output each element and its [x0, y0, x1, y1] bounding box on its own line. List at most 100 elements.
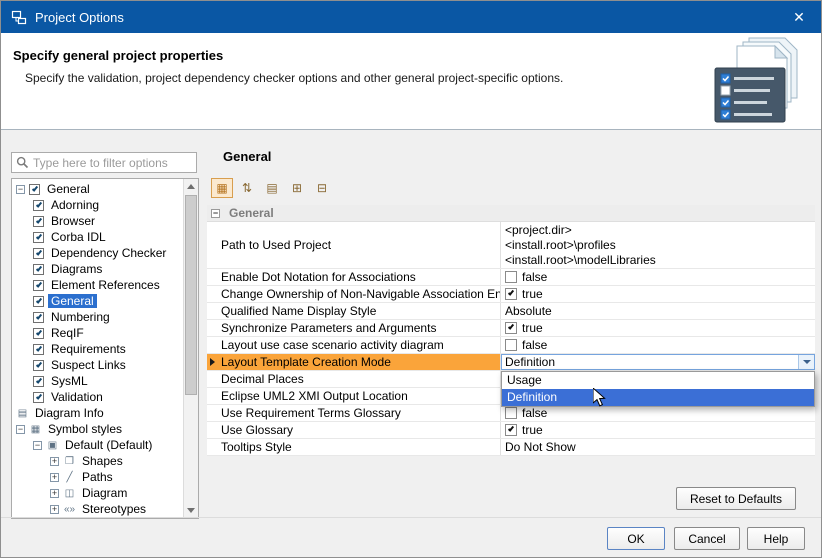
dropdown-item-definition[interactable]: Definition: [502, 389, 814, 406]
tree-item-shapes[interactable]: +❐Shapes: [12, 453, 183, 469]
scroll-down-icon[interactable]: [184, 503, 198, 518]
tree-item-symbol-styles[interactable]: −▦Symbol styles: [12, 421, 183, 437]
tree-item-label[interactable]: General: [44, 182, 93, 196]
tree-item-label[interactable]: Paths: [79, 470, 116, 484]
tree-item-label[interactable]: Requirements: [48, 342, 129, 356]
tree-checkbox[interactable]: [33, 312, 44, 323]
tree-item-numbering[interactable]: Numbering: [12, 309, 183, 325]
tree-item-stereotypes[interactable]: +«»Stereotypes: [12, 501, 183, 517]
property-value[interactable]: false: [501, 337, 815, 353]
tree-item-dependency-checker[interactable]: Dependency Checker: [12, 245, 183, 261]
tree-item-label[interactable]: Shapes: [79, 454, 126, 468]
tree-item-label[interactable]: Symbol styles: [45, 422, 125, 436]
reset-to-defaults-button[interactable]: Reset to Defaults: [676, 487, 796, 510]
tree-item-element-references[interactable]: Element References: [12, 277, 183, 293]
tree-item-sysml[interactable]: SysML: [12, 373, 183, 389]
tree-item-corba-idl[interactable]: Corba IDL: [12, 229, 183, 245]
collapse-all-button[interactable]: ⊟: [311, 178, 333, 198]
tree-checkbox[interactable]: [33, 344, 44, 355]
tree-item-label[interactable]: Validation: [48, 390, 106, 404]
property-row-path-to-used-project[interactable]: Path to Used Project<project.dir><instal…: [207, 222, 815, 269]
tree-item-label[interactable]: Stereotypes: [79, 502, 149, 516]
property-row-layout-template-creation-mode[interactable]: Layout Template Creation ModeDefinition: [207, 354, 815, 371]
tree-item-default-default[interactable]: −▣Default (Default): [12, 437, 183, 453]
tree-item-suspect-links[interactable]: Suspect Links: [12, 357, 183, 373]
tree-item-validation[interactable]: Validation: [12, 389, 183, 405]
tree-item-label[interactable]: Numbering: [48, 310, 113, 324]
collapse-group-icon[interactable]: −: [211, 209, 220, 218]
value-checkbox[interactable]: [505, 271, 517, 283]
tree-checkbox[interactable]: [33, 200, 44, 211]
scroll-up-icon[interactable]: [184, 179, 198, 194]
property-row-change-ownership-of-non-navigable-association-end[interactable]: Change Ownership of Non-Navigable Associ…: [207, 286, 815, 303]
plus-expander-icon[interactable]: +: [50, 505, 59, 514]
property-value[interactable]: false: [501, 269, 815, 285]
minus-expander-icon[interactable]: −: [16, 185, 25, 194]
tree-scrollbar[interactable]: [183, 179, 198, 518]
tree-item-label[interactable]: Dependency Checker: [48, 246, 169, 260]
plus-expander-icon[interactable]: +: [50, 473, 59, 482]
tree-item-label[interactable]: Diagrams: [48, 262, 105, 276]
tree-item-general[interactable]: General: [12, 293, 183, 309]
tree-checkbox[interactable]: [33, 248, 44, 259]
categorized-view-button[interactable]: ▦: [211, 178, 233, 198]
tree-checkbox[interactable]: [33, 232, 44, 243]
tree-item-label[interactable]: Suspect Links: [48, 358, 129, 372]
tree-item-label[interactable]: Default (Default): [62, 438, 155, 452]
tree-item-label[interactable]: General: [48, 294, 97, 308]
property-row-tooltips-style[interactable]: Tooltips StyleDo Not Show: [207, 439, 815, 456]
close-button[interactable]: ✕: [777, 1, 821, 33]
tree-checkbox[interactable]: [33, 328, 44, 339]
property-value[interactable]: true: [501, 286, 815, 302]
tree-item-browser[interactable]: Browser: [12, 213, 183, 229]
tree-item-general[interactable]: − General: [12, 181, 183, 197]
expand-all-button[interactable]: ⊞: [286, 178, 308, 198]
property-row-qualified-name-display-style[interactable]: Qualified Name Display StyleAbsolute: [207, 303, 815, 320]
property-value[interactable]: <project.dir><install.root>\profiles<ins…: [501, 222, 815, 268]
plus-expander-icon[interactable]: +: [50, 457, 59, 466]
tree-item-reqif[interactable]: ReqIF: [12, 325, 183, 341]
tree-item-label[interactable]: Browser: [48, 214, 98, 228]
property-row-layout-use-case-scenario-activity-diagram[interactable]: Layout use case scenario activity diagra…: [207, 337, 815, 354]
filter-options-input[interactable]: [33, 156, 192, 170]
property-row-use-glossary[interactable]: Use Glossarytrue: [207, 422, 815, 439]
minus-expander-icon[interactable]: −: [33, 441, 42, 450]
property-value[interactable]: Absolute: [501, 303, 815, 319]
tree-checkbox[interactable]: [33, 392, 44, 403]
property-row-use-requirement-terms-glossary[interactable]: Use Requirement Terms Glossaryfalse: [207, 405, 815, 422]
property-value[interactable]: true: [501, 320, 815, 336]
value-checkbox[interactable]: [505, 339, 517, 351]
tree-item-label[interactable]: Diagram Info: [32, 406, 107, 420]
sort-alphabetically-button[interactable]: ⇅: [236, 178, 258, 198]
tree-item-paths[interactable]: +╱Paths: [12, 469, 183, 485]
plus-expander-icon[interactable]: +: [50, 489, 59, 498]
tree-item-adorning[interactable]: Adorning: [12, 197, 183, 213]
tree-item-diagram[interactable]: +◫Diagram: [12, 485, 183, 501]
property-value[interactable]: Do Not Show: [501, 439, 815, 455]
description-area-button[interactable]: ▤: [261, 178, 283, 198]
property-row-synchronize-parameters-and-arguments[interactable]: Synchronize Parameters and Argumentstrue: [207, 320, 815, 337]
value-checkbox[interactable]: [505, 322, 517, 334]
value-checkbox[interactable]: [505, 288, 517, 300]
value-checkbox[interactable]: [505, 407, 517, 419]
tree-item-label[interactable]: SysML: [48, 374, 91, 388]
property-row-enable-dot-notation-for-associations[interactable]: Enable Dot Notation for Associationsfals…: [207, 269, 815, 286]
dropdown-item-usage[interactable]: Usage: [502, 372, 814, 389]
tree-item-label[interactable]: Adorning: [48, 198, 102, 212]
property-value[interactable]: true: [501, 422, 815, 438]
tree-item-label[interactable]: Diagram: [79, 486, 130, 500]
tree-item-diagram-info[interactable]: ▤Diagram Info: [12, 405, 183, 421]
tree-checkbox[interactable]: [33, 376, 44, 387]
value-checkbox[interactable]: [505, 424, 517, 436]
tree-item-requirements[interactable]: Requirements: [12, 341, 183, 357]
combo-dropdown-arrow-icon[interactable]: [798, 355, 814, 369]
property-value[interactable]: false: [501, 405, 815, 421]
tree-item-diagrams[interactable]: Diagrams: [12, 261, 183, 277]
cancel-button[interactable]: Cancel: [674, 527, 740, 550]
tree-checkbox[interactable]: [29, 184, 40, 195]
ok-button[interactable]: OK: [607, 527, 665, 550]
scrollbar-thumb[interactable]: [185, 195, 197, 395]
tree-item-label[interactable]: Element References: [48, 278, 163, 292]
tree-item-label[interactable]: ReqIF: [48, 326, 87, 340]
tree-checkbox[interactable]: [33, 280, 44, 291]
